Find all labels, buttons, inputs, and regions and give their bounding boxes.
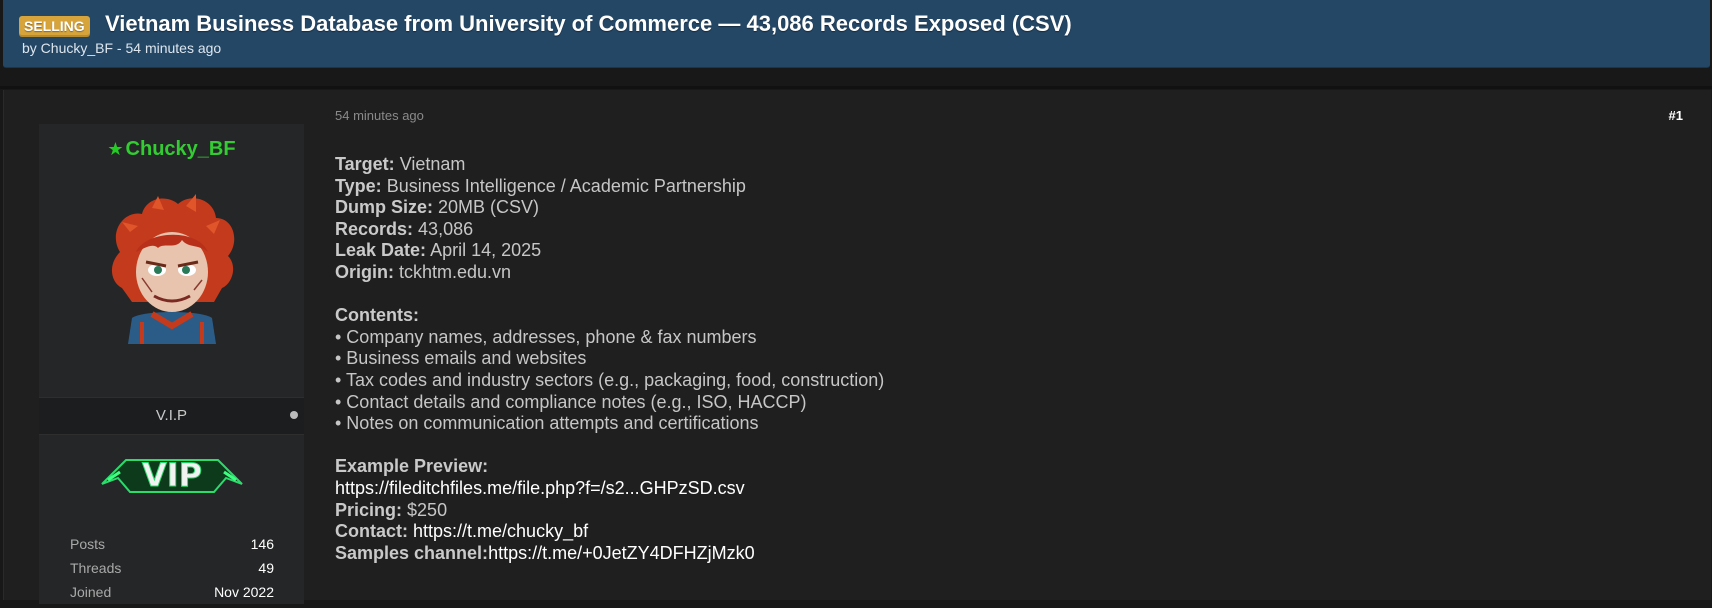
field-dump-size: Dump Size: 20MB (CSV) [335, 197, 884, 219]
field-label: Type: [335, 175, 382, 196]
post-body: Target: Vietnam Type: Business Intellige… [335, 154, 884, 564]
preview-link[interactable]: https://fileditchfiles.me/file.php?f=/s2… [335, 478, 884, 500]
status-dot-icon [290, 411, 298, 419]
stat-row-posts: Posts 146 [70, 536, 274, 560]
field-label: Contact: [335, 521, 408, 542]
field-value: tckhtm.edu.vn [399, 261, 512, 282]
stat-value: 49 [258, 560, 274, 576]
field-label: Records: [335, 218, 414, 239]
selling-badge[interactable]: SELLING [19, 16, 90, 37]
contents-item: • Tax codes and industry sectors (e.g., … [335, 369, 885, 390]
preview-heading: Example Preview: [335, 456, 489, 477]
field-value: 20MB (CSV) [438, 197, 540, 218]
user-stats: Posts 146 Threads 49 Joined Nov 2022 [70, 536, 274, 608]
field-label: Origin: [335, 261, 394, 282]
svg-text:VIP: VIP [142, 456, 202, 494]
field-label: Pricing: [335, 499, 403, 520]
contents-item: • Company names, addresses, phone & fax … [335, 326, 757, 347]
stat-label: Joined [70, 584, 112, 600]
stat-label: Posts [70, 536, 106, 552]
thread-title[interactable]: Vietnam Business Database from Universit… [105, 11, 1072, 37]
field-pricing: Pricing: $250 [335, 500, 884, 522]
field-label: Target: [335, 154, 395, 174]
username[interactable]: ★ Chucky_BF [39, 138, 304, 161]
field-origin: Origin: tckhtm.edu.vn [335, 262, 884, 284]
field-value: April 14, 2025 [430, 240, 542, 261]
thread-header: SELLING Vietnam Business Database from U… [3, 0, 1710, 68]
field-value: $250 [407, 499, 448, 520]
post-number[interactable]: #1 [1669, 108, 1683, 123]
star-icon: ★ [107, 139, 124, 159]
field-contact: Contact: https://t.me/chucky_bf [335, 521, 884, 543]
stat-row-threads: Threads 49 [70, 560, 274, 584]
field-label: Samples channel: [335, 542, 489, 563]
field-target: Target: Vietnam [335, 154, 884, 176]
field-leak-date: Leak Date: April 14, 2025 [335, 240, 884, 262]
contents-item: • Notes on communication attempts and ce… [335, 413, 759, 434]
contents-item: • Contact details and compliance notes (… [335, 391, 807, 412]
contact-link[interactable]: https://t.me/chucky_bf [413, 521, 588, 541]
field-records: Records: 43,086 [335, 219, 884, 241]
thread-meta: by Chucky_BF - 54 minutes ago [22, 40, 222, 56]
contents-item: • Business emails and websites [335, 348, 587, 369]
stat-label: Threads [70, 560, 122, 576]
field-label: Dump Size: [335, 197, 434, 218]
field-value: Business Intelligence / Academic Partner… [386, 175, 746, 196]
avatar[interactable] [102, 192, 242, 344]
stat-value: 146 [250, 536, 274, 552]
field-type: Type: Business Intelligence / Academic P… [335, 176, 884, 198]
field-value: Vietnam [399, 154, 466, 174]
stat-row-joined: Joined Nov 2022 [70, 584, 274, 608]
rank-bar: V.I.P [39, 397, 304, 435]
user-panel: ★ Chucky_BF V.I.P VIP Posts 146 Threads … [39, 124, 304, 604]
field-value: 43,086 [418, 218, 474, 239]
rank-label: V.I.P [155, 407, 188, 424]
post-timestamp[interactable]: 54 minutes ago [335, 108, 424, 123]
username-text[interactable]: Chucky_BF [126, 138, 236, 160]
contents-heading: Contents: [335, 305, 419, 326]
divider [0, 86, 1712, 89]
stat-value: Nov 2022 [214, 584, 274, 600]
vip-badge-icon: VIP [101, 456, 243, 495]
field-samples: Samples channel:https://t.me/+0JetZY4DFH… [335, 543, 884, 565]
field-label: Leak Date: [335, 240, 427, 261]
samples-link[interactable]: https://t.me/+0JetZY4DFHZjMzk0 [488, 543, 755, 563]
